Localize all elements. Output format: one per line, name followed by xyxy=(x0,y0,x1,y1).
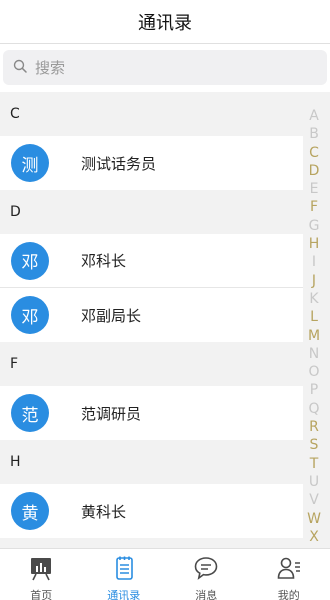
avatar: 范 xyxy=(11,394,49,432)
tab-home[interactable]: 首页 xyxy=(0,549,83,600)
contact-name: 邓副局长 xyxy=(81,306,142,325)
avatar: 测 xyxy=(11,144,49,182)
contact-name: 黄科长 xyxy=(81,502,127,521)
index-letter[interactable]: P xyxy=(310,381,318,399)
index-letter[interactable]: H xyxy=(309,235,320,253)
contact-name: 范调研员 xyxy=(81,404,142,423)
top-bar: 通讯录 xyxy=(0,0,330,44)
contact-name: 邓科长 xyxy=(81,252,127,270)
section-header-f: F xyxy=(0,342,303,386)
index-letter[interactable]: Q xyxy=(308,400,319,418)
avatar: 黄 xyxy=(11,492,49,530)
index-letter[interactable]: N xyxy=(309,345,319,363)
search-placeholder: 搜索 xyxy=(35,59,66,77)
tab-label: 我的 xyxy=(277,589,300,600)
section-header-c: C xyxy=(0,92,303,136)
index-letter[interactable]: I xyxy=(312,253,316,271)
contact-row[interactable]: 测 测试话务员 xyxy=(0,136,303,190)
page-title: 通讯录 xyxy=(138,12,192,34)
index-letter[interactable]: M xyxy=(308,327,320,345)
contact-row[interactable]: 邓 邓副局长 xyxy=(0,288,303,342)
avatar: 邓 xyxy=(11,241,49,280)
index-letter[interactable]: D xyxy=(309,162,320,180)
index-letter[interactable]: F xyxy=(310,198,318,216)
tab-messages[interactable]: 消息 xyxy=(165,549,248,600)
index-letter[interactable]: R xyxy=(309,418,319,436)
search-bar: 搜索 xyxy=(0,44,330,92)
search-icon xyxy=(13,58,27,77)
index-letter[interactable]: G xyxy=(309,217,320,235)
index-letter[interactable]: T xyxy=(310,455,319,473)
index-letter[interactable]: A xyxy=(309,107,319,125)
index-letter[interactable]: L xyxy=(310,308,318,326)
tab-contacts[interactable]: 通讯录 xyxy=(83,549,166,600)
index-letter[interactable]: K xyxy=(309,290,318,308)
index-letter[interactable]: W xyxy=(307,510,321,528)
profile-icon xyxy=(276,555,302,585)
index-letter[interactable]: U xyxy=(309,473,319,491)
section-header-h: H xyxy=(0,440,303,484)
index-letter[interactable]: X xyxy=(309,528,319,546)
tab-profile[interactable]: 我的 xyxy=(248,549,330,600)
tab-label: 消息 xyxy=(195,589,218,600)
bottom-tab-bar: 首页 通讯录 消息 我的 xyxy=(0,548,330,600)
contacts-icon xyxy=(111,555,137,585)
index-letter[interactable]: S xyxy=(310,436,319,454)
contact-row[interactable]: 黄 黄科长 xyxy=(0,484,303,538)
index-letter[interactable]: B xyxy=(309,125,319,143)
index-letter[interactable]: V xyxy=(309,491,319,509)
section-header-d: D xyxy=(0,190,303,234)
avatar: 邓 xyxy=(11,296,49,334)
tab-label: 通讯录 xyxy=(107,589,141,600)
contact-list: C 测 测试话务员 D 邓 邓科长 邓 邓副局长 F 范 范调研员 H 黄 黄科… xyxy=(0,92,303,538)
home-board-icon xyxy=(28,555,54,585)
contact-row[interactable]: 邓 邓科长 xyxy=(0,234,303,288)
contact-row[interactable]: 范 范调研员 xyxy=(0,386,303,440)
index-letter[interactable]: J xyxy=(312,272,316,290)
index-letter[interactable]: O xyxy=(308,363,319,381)
search-input[interactable]: 搜索 xyxy=(3,50,327,85)
index-letter[interactable]: E xyxy=(310,180,319,198)
tab-label: 首页 xyxy=(30,589,53,600)
index-letter[interactable]: C xyxy=(309,144,319,162)
alphabet-index-bar[interactable]: ABCDEFGHIJKLMNOPQRSTUVWX xyxy=(303,107,325,547)
chat-bubble-icon xyxy=(193,555,219,585)
contact-name: 测试话务员 xyxy=(81,154,157,173)
